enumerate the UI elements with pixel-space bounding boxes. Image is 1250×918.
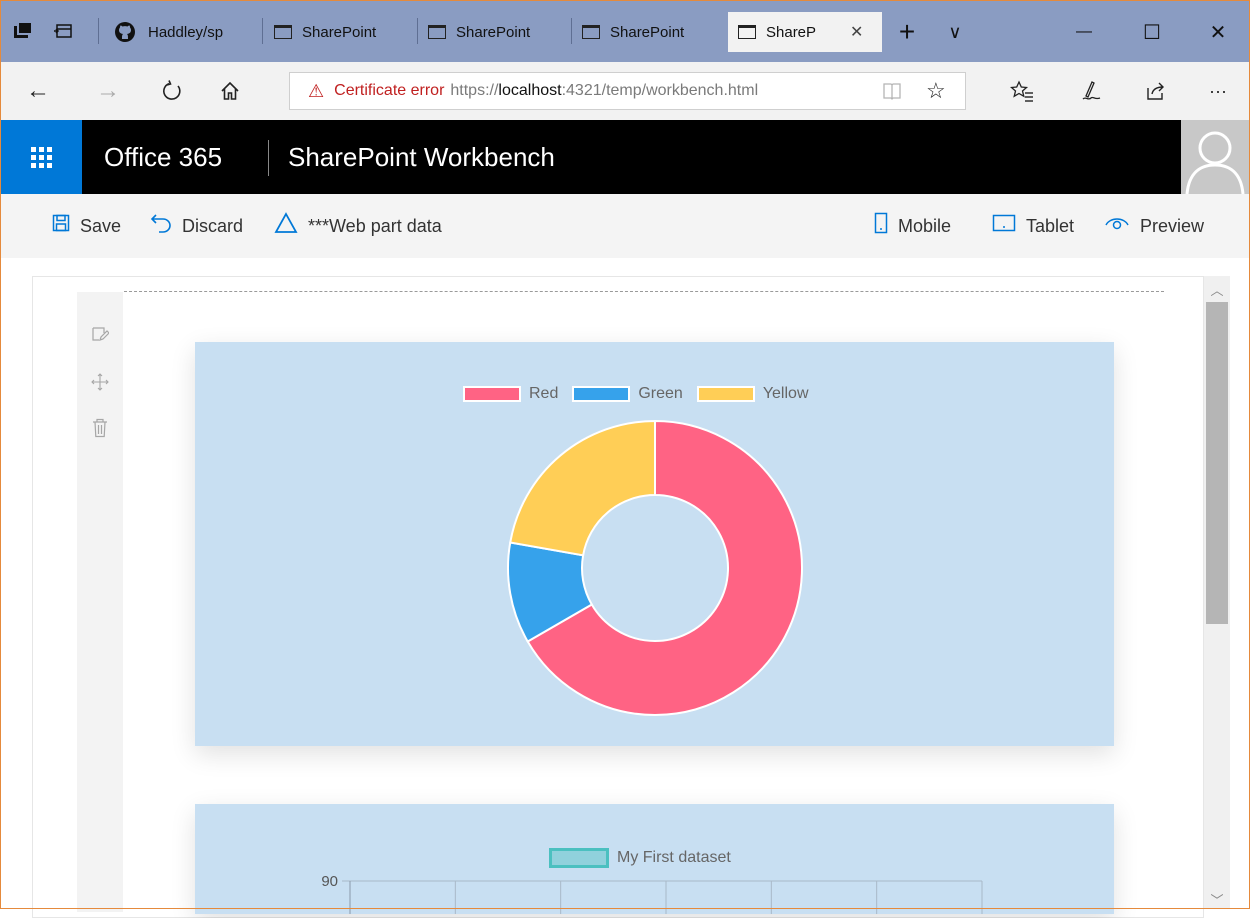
tab-label: SharePoint — [302, 23, 377, 41]
url-host: localhost — [498, 82, 562, 99]
edit-webpart-icon[interactable] — [90, 324, 110, 344]
legend-swatch-red — [463, 386, 521, 402]
webpart-doughnut-chart[interactable]: Red Green Yellow — [195, 342, 1114, 746]
tablet-button[interactable]: Tablet — [992, 194, 1074, 258]
maximize-button[interactable]: ☐ — [1122, 12, 1182, 52]
page-icon — [274, 25, 292, 39]
tab-strip: Haddley/sp SharePoint SharePoint SharePo… — [0, 0, 1250, 62]
tab-sharepoint-3[interactable]: SharePoint — [572, 12, 726, 52]
y-tick-label: 90 — [321, 873, 338, 890]
scroll-down-arrow-icon[interactable]: ﹀ — [1204, 888, 1230, 910]
refresh-icon[interactable] — [152, 72, 192, 110]
bar-chart-grid — [342, 880, 983, 914]
legend-label-green: Green — [638, 385, 683, 402]
section-boundary — [124, 291, 1164, 292]
command-bar: Save Discard ***Web part data Mobile Tab… — [0, 194, 1250, 258]
bar-chart: 90 — [321, 873, 983, 914]
legend-swatch-green — [572, 386, 631, 402]
favorite-star-icon[interactable]: ☆ — [926, 78, 946, 104]
tab-close-icon[interactable]: ✕ — [850, 22, 863, 42]
scrollbar-thumb[interactable] — [1206, 302, 1228, 624]
legend-item-yellow[interactable]: Yellow — [696, 385, 809, 403]
preview-eye-icon — [1104, 214, 1130, 238]
page-icon — [582, 25, 600, 39]
mobile-label: Mobile — [898, 215, 952, 236]
doughnut-legend: Red Green Yellow — [463, 385, 809, 403]
url-scheme: https:// — [450, 82, 499, 99]
github-icon — [114, 21, 136, 43]
minimize-button[interactable]: — — [1054, 12, 1114, 52]
address-bar[interactable]: ⚠ Certificate error https://localhost:43… — [289, 72, 966, 110]
app-launcher-waffle-icon[interactable] — [0, 120, 82, 194]
undo-icon — [150, 212, 172, 240]
legend-item-green[interactable]: Green — [572, 385, 683, 403]
brand-divider — [268, 140, 269, 176]
move-webpart-icon[interactable] — [90, 372, 110, 392]
home-icon[interactable] — [210, 72, 250, 110]
navigation-bar: ← → ⚠ Certificate error https://localhos… — [0, 62, 1250, 120]
doughnut-chart — [507, 419, 803, 716]
user-avatar[interactable] — [1181, 120, 1250, 194]
new-tab-button[interactable]: + — [882, 12, 932, 52]
forward-arrow-icon[interactable]: → — [88, 72, 128, 110]
legend-label-yellow: Yellow — [762, 385, 809, 402]
certificate-error-label[interactable]: Certificate error — [334, 82, 444, 100]
tab-label: SharePoint — [610, 23, 685, 41]
tab-label: Haddley/sp — [148, 23, 224, 41]
doughnut-slice-yellow[interactable] — [509, 419, 656, 557]
tab-list-button[interactable]: ∨ — [930, 12, 980, 52]
office-suite-bar: Office 365 SharePoint Workbench — [0, 120, 1250, 194]
tablet-device-icon — [992, 214, 1016, 238]
webpart-data-button[interactable]: ***Web part data — [274, 194, 442, 258]
legend-label-red: Red — [529, 385, 559, 402]
triangle-icon — [274, 212, 298, 240]
legend-item-red[interactable]: Red — [463, 385, 558, 403]
tab-preview-icon[interactable] — [52, 20, 74, 42]
office-365-brand[interactable]: Office 365 — [104, 120, 222, 194]
discard-button[interactable]: Discard — [150, 194, 243, 258]
tab-sharepoint-1[interactable]: SharePoint — [264, 12, 416, 52]
back-arrow-icon[interactable]: ← — [18, 72, 58, 110]
task-view-icon[interactable] — [12, 20, 34, 42]
preview-button[interactable]: Preview — [1104, 194, 1204, 258]
discard-label: Discard — [182, 215, 244, 236]
page-icon — [428, 25, 446, 39]
preview-label: Preview — [1140, 215, 1205, 236]
mobile-device-icon — [874, 212, 888, 240]
webpart-bar-chart[interactable]: My First dataset 90 — [195, 804, 1114, 914]
share-icon[interactable] — [1136, 72, 1176, 110]
tab-label: SharePoint — [456, 23, 531, 41]
scroll-up-arrow-icon[interactable]: ︿ — [1204, 278, 1230, 300]
legend-swatch-yellow — [696, 386, 755, 402]
favorites-hub-icon[interactable] — [1002, 72, 1042, 110]
delete-webpart-icon[interactable] — [90, 418, 110, 438]
tab-sharepoint-active[interactable]: ShareP ✕ — [728, 12, 882, 52]
close-button[interactable]: ✕ — [1188, 12, 1248, 52]
tab-github[interactable]: Haddley/sp — [104, 12, 260, 52]
web-note-pen-icon[interactable] — [1072, 72, 1112, 110]
tab-sharepoint-2[interactable]: SharePoint — [418, 12, 570, 52]
mobile-button[interactable]: Mobile — [874, 194, 951, 258]
webpart-data-label: ***Web part data — [308, 215, 442, 236]
save-button[interactable]: Save — [52, 194, 121, 258]
app-title[interactable]: SharePoint Workbench — [288, 120, 555, 194]
webpart-toolbar — [77, 292, 123, 912]
tablet-label: Tablet — [1026, 215, 1075, 236]
save-label: Save — [80, 215, 122, 236]
save-disk-icon — [52, 214, 70, 238]
reading-view-icon[interactable] — [882, 82, 902, 100]
warning-icon: ⚠ — [308, 80, 325, 101]
tab-label: ShareP — [766, 23, 817, 41]
page-icon — [738, 25, 756, 39]
more-menu-button[interactable]: ··· — [1198, 72, 1238, 110]
url-path: :4321/temp/workbench.html — [561, 82, 759, 99]
